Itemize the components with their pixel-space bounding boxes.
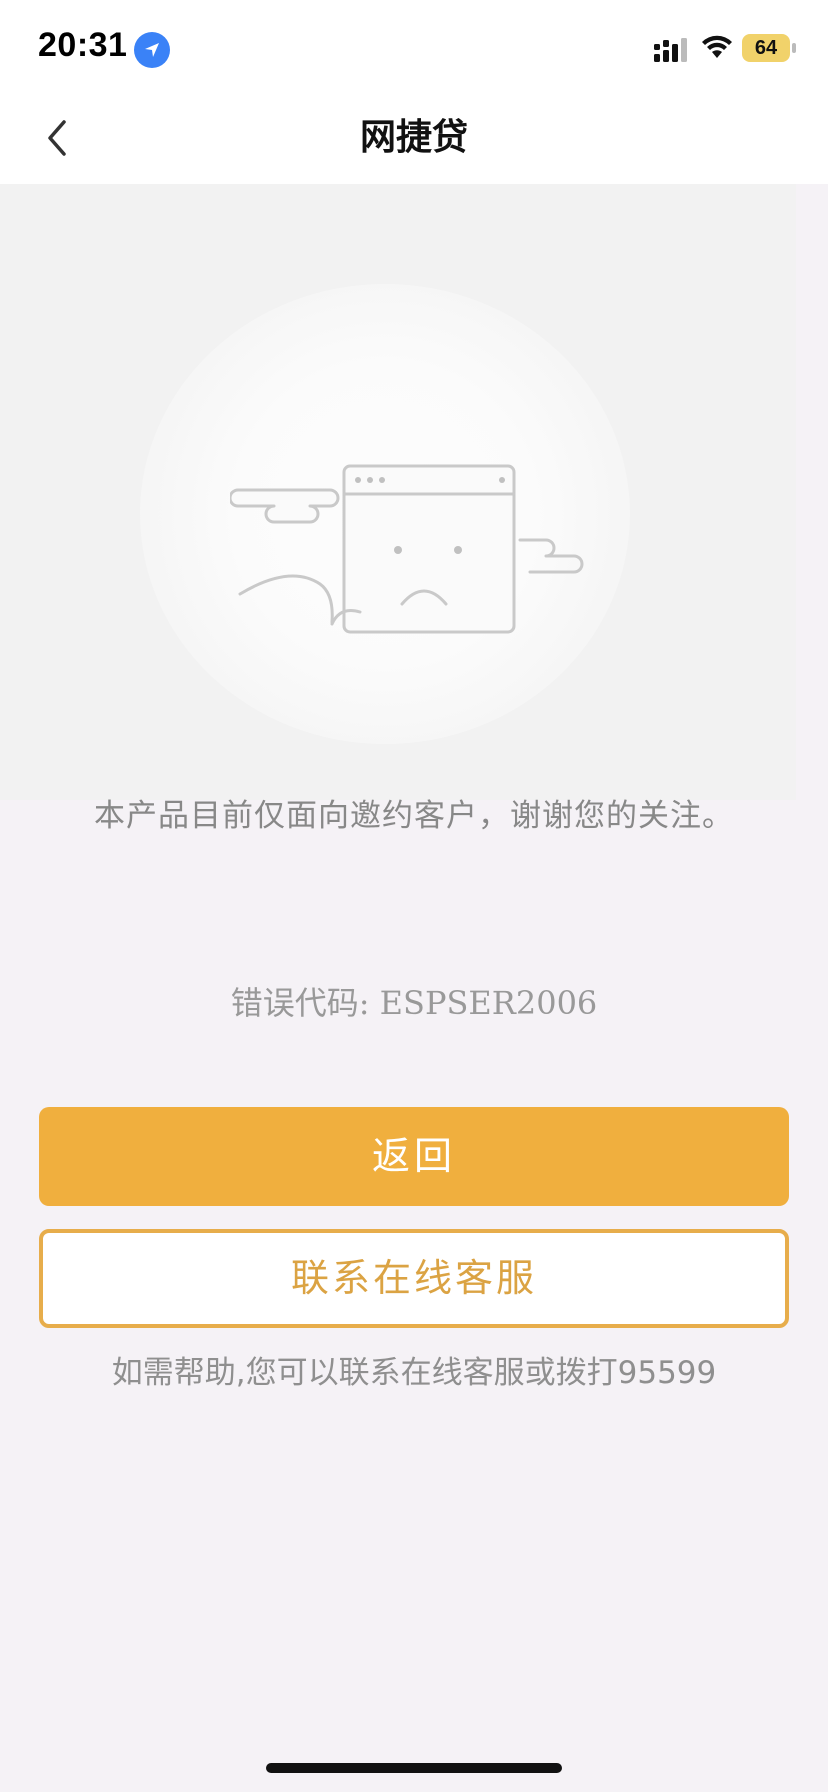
home-indicator[interactable] — [266, 1763, 562, 1773]
battery-level: 64 — [754, 37, 778, 59]
location-arrow-icon — [134, 32, 170, 68]
nav-bar: 网捷贷 — [0, 92, 828, 184]
screen: 20:31 64 网捷贷 本产品目前仅面向邀约客户，谢谢您的关注。 错误代码: … — [0, 0, 828, 1792]
cellular-signal-icon — [654, 38, 687, 62]
status-bar: 20:31 64 — [0, 0, 828, 92]
contact-online-service-button[interactable]: 联系在线客服 — [39, 1229, 789, 1328]
page-title: 网捷贷 — [359, 117, 468, 158]
wifi-icon — [702, 35, 732, 58]
illustration-panel — [0, 184, 796, 800]
status-message: 本产品目前仅面向邀约客户，谢谢您的关注。 — [94, 798, 734, 834]
back-to-previous-button[interactable]: 返回 — [39, 1107, 789, 1206]
back-button[interactable] — [30, 112, 90, 164]
chevron-left-icon — [48, 120, 66, 156]
sad-browser-window-illustration — [230, 464, 584, 634]
help-text: 如需帮助,您可以联系在线客服或拨打95599 — [111, 1355, 717, 1391]
battery-charging-icon: 64 — [742, 34, 798, 62]
status-time: 20:31 — [38, 26, 128, 64]
error-code: 错误代码: ESPSER2006 — [230, 984, 598, 1022]
